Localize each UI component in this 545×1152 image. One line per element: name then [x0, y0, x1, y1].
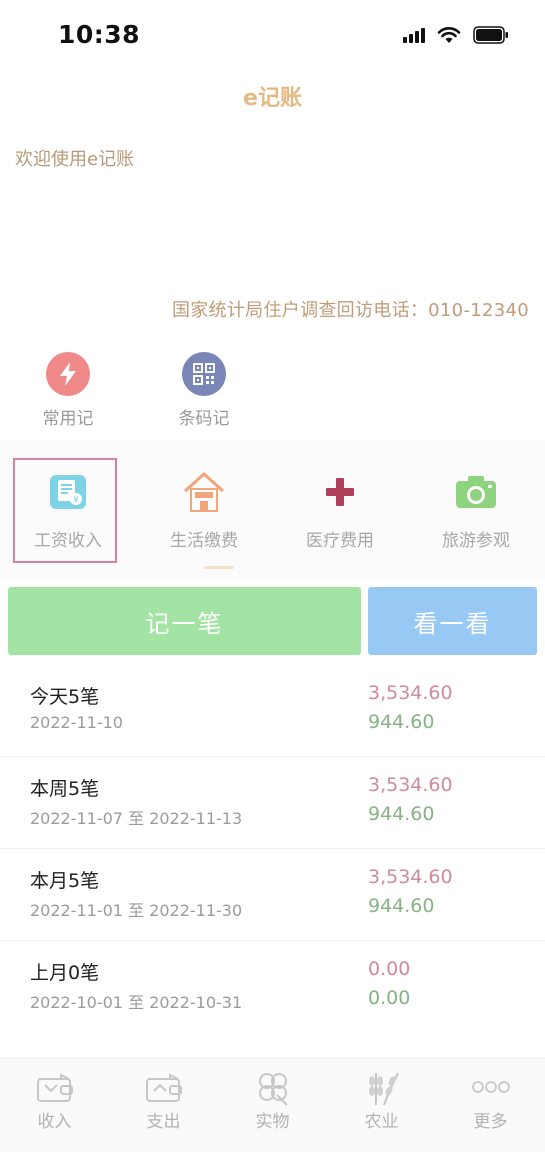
battery-icon: [473, 26, 509, 44]
summary-date-range: 2022-11-01 至 2022-11-30: [30, 901, 243, 920]
category-label: 生活缴费: [170, 531, 238, 551]
hotline-text: 国家统计局住户调查回访电话：010-12340: [171, 300, 529, 321]
lightning-icon: [46, 352, 90, 396]
tab-expense[interactable]: 支出: [109, 1067, 218, 1132]
quick-entry-common[interactable]: 常用记: [18, 352, 118, 429]
category-page-indicator: [204, 566, 234, 569]
app-title: e记账: [243, 86, 302, 111]
category-selection-frame: [13, 458, 117, 563]
category-label: 旅游参观: [442, 531, 510, 551]
summary-expense: 3,534.60: [368, 774, 453, 796]
tab-agriculture[interactable]: 农业: [327, 1067, 436, 1132]
summary-row-week[interactable]: 本周5笔 2022-11-07 至 2022-11-13 3,534.60 94…: [0, 757, 545, 849]
cellular-signal-icon: [403, 27, 425, 43]
summary-row-month[interactable]: 本月5笔 2022-11-01 至 2022-11-30 3,534.60 94…: [0, 849, 545, 941]
summary-title: 本周5笔: [30, 778, 100, 800]
camera-icon: [454, 470, 498, 514]
clover-icon: [218, 1067, 327, 1107]
summary-income: 944.60: [368, 803, 435, 825]
tab-more[interactable]: 更多: [436, 1067, 545, 1132]
house-icon: [182, 470, 226, 514]
wheat-icon: [327, 1067, 436, 1107]
bottom-tab-bar: 收入 支出 实物 农业 更多: [0, 1058, 545, 1152]
welcome-text: 欢迎使用e记账: [15, 149, 135, 170]
record-button[interactable]: 记一笔: [8, 587, 361, 655]
tab-label: 支出: [146, 1112, 181, 1132]
category-medical[interactable]: 医疗费用: [272, 458, 408, 551]
status-icons: [403, 26, 509, 44]
view-button[interactable]: 看一看: [368, 587, 537, 655]
category-living-bills[interactable]: 生活缴费: [136, 458, 272, 551]
summary-income: 0.00: [368, 987, 411, 1009]
summary-title: 本月5笔: [30, 870, 100, 892]
tab-label: 农业: [364, 1112, 399, 1132]
tab-label: 收入: [37, 1112, 72, 1132]
summary-date-range: 2022-10-01 至 2022-10-31: [30, 993, 243, 1012]
summary-title: 今天5笔: [30, 686, 100, 708]
tab-label: 实物: [255, 1112, 290, 1132]
wifi-icon: [437, 26, 461, 44]
quick-entry-barcode[interactable]: 条码记: [154, 352, 254, 429]
summary-income: 944.60: [368, 895, 435, 917]
more-dots-icon: [436, 1067, 545, 1107]
qrcode-icon: [182, 352, 226, 396]
summary-expense: 3,534.60: [368, 682, 453, 704]
summary-expense: 3,534.60: [368, 866, 453, 888]
medical-cross-icon: [318, 470, 362, 514]
category-label: 医疗费用: [306, 531, 374, 551]
summary-date-range: 2022-11-10: [30, 713, 123, 732]
tab-income[interactable]: 收入: [0, 1067, 109, 1132]
summary-date-range: 2022-11-07 至 2022-11-13: [30, 809, 243, 828]
expense-wallet-icon: [109, 1067, 218, 1107]
summary-income: 944.60: [368, 711, 435, 733]
status-bar: 10:38: [0, 0, 545, 72]
summary-expense: 0.00: [368, 958, 411, 980]
summary-row-last-month[interactable]: 上月0笔 2022-10-01 至 2022-10-31 0.00 0.00: [0, 941, 545, 1033]
summary-row-today[interactable]: 今天5笔 2022-11-10 3,534.60 944.60: [0, 665, 545, 757]
tab-label: 更多: [473, 1112, 508, 1132]
income-wallet-icon: [0, 1067, 109, 1107]
quick-entry-label: 常用记: [42, 409, 94, 429]
tab-goods[interactable]: 实物: [218, 1067, 327, 1132]
summary-title: 上月0笔: [30, 962, 100, 984]
quick-entry-label: 条码记: [178, 409, 230, 429]
status-time: 10:38: [58, 20, 141, 49]
category-travel[interactable]: 旅游参观: [408, 458, 544, 551]
summary-list: 今天5笔 2022-11-10 3,534.60 944.60 本周5笔 202…: [0, 665, 545, 1033]
